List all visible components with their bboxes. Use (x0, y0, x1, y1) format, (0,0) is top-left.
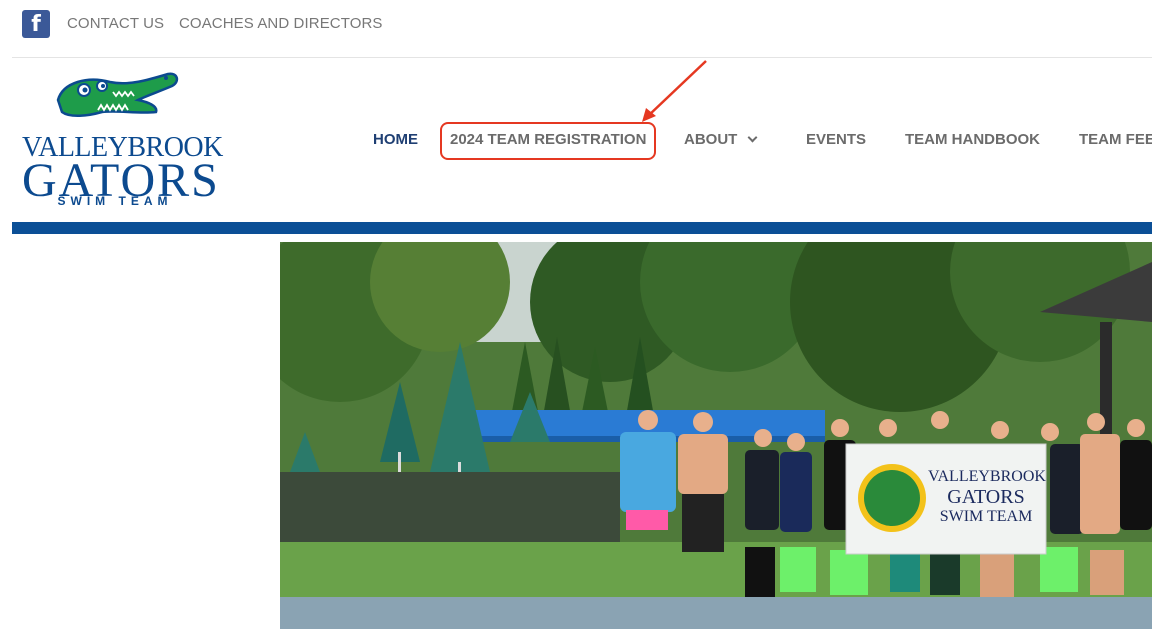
nav-team-handbook[interactable]: TEAM HANDBOOK (905, 131, 1040, 148)
site-logo[interactable]: VALLEYBROOK GATORS SWIM TEAM (18, 70, 223, 215)
logo-text-swim-team: SWIM TEAM (57, 194, 173, 208)
banner-text: VALLEYBROOK GATORS SWIM TEAM (928, 468, 1046, 526)
annotation-arrow-icon (642, 60, 707, 122)
banner-line-swim-team: SWIM TEAM (939, 508, 1033, 525)
chevron-down-icon (747, 132, 758, 143)
nav-team-fee[interactable]: TEAM FEE (1079, 131, 1152, 148)
top-bar: f CONTACT US COACHES AND DIRECTORS (0, 0, 1152, 58)
header-divider (12, 57, 1152, 58)
team-photo-image (280, 242, 1152, 629)
contact-us-link[interactable]: CONTACT US (67, 15, 164, 32)
annotation-highlight-box (440, 122, 656, 160)
nav-about-label: ABOUT (684, 131, 738, 148)
banner-line-valleybrook: VALLEYBROOK (928, 468, 1046, 485)
nav-about[interactable]: ABOUT (684, 131, 758, 148)
nav-events[interactable]: EVENTS (806, 131, 866, 148)
gator-logo-icon (56, 72, 179, 117)
header-accent-bar (12, 222, 1152, 234)
hero-team-photo: VALLEYBROOK GATORS SWIM TEAM (280, 242, 1152, 629)
nav-home[interactable]: HOME (373, 131, 418, 148)
banner-line-gators: GATORS (947, 486, 1025, 508)
facebook-icon[interactable]: f (22, 10, 50, 38)
coaches-and-directors-link[interactable]: COACHES AND DIRECTORS (179, 15, 383, 32)
